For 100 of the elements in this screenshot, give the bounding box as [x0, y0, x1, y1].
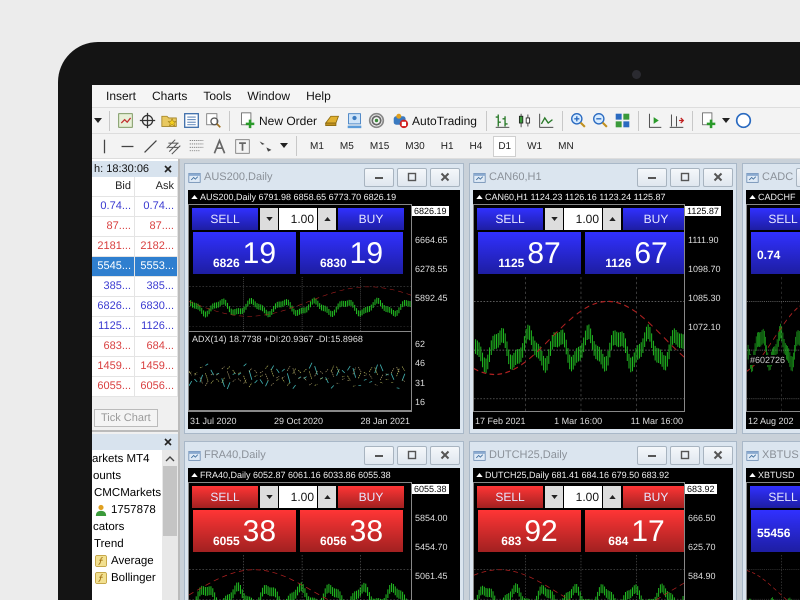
decrease-button[interactable] — [260, 486, 278, 508]
timeframe-button[interactable]: M30 — [400, 136, 430, 156]
caret-icon[interactable] — [280, 143, 288, 149]
navigator-item[interactable]: CMCMarkets — [94, 486, 162, 498]
timeframe-button[interactable]: H1 — [436, 136, 459, 156]
channel-icon[interactable] — [165, 138, 182, 154]
sell-price-panel[interactable]: 55456 — [750, 509, 800, 553]
buy-button[interactable]: BUY — [623, 208, 684, 230]
tile-windows-icon[interactable] — [614, 112, 631, 129]
crosshair-icon[interactable] — [139, 112, 156, 129]
collapse-triangle-icon[interactable] — [191, 195, 198, 199]
collapse-triangle-icon[interactable] — [476, 473, 483, 477]
lot-size-field[interactable]: 1.00 — [279, 208, 317, 230]
minimize-button[interactable] — [637, 446, 667, 464]
minimize-button[interactable] — [364, 168, 394, 186]
text-label-icon[interactable] — [234, 138, 251, 154]
quote-row[interactable]: 1459... 1459... — [92, 357, 178, 377]
close-button[interactable] — [703, 446, 733, 464]
lot-size-field[interactable]: 1.00 — [564, 208, 602, 230]
chart-shift-icon[interactable] — [668, 112, 685, 129]
timeframe-button[interactable]: H4 — [464, 136, 488, 156]
caret-icon[interactable] — [722, 118, 730, 124]
close-icon[interactable] — [164, 165, 172, 173]
chart-window-icon[interactable] — [117, 112, 134, 129]
timeframe-button[interactable]: MN — [553, 136, 579, 156]
close-button[interactable] — [430, 168, 460, 186]
quote-row[interactable]: 1125... 1126... — [92, 317, 178, 337]
lot-size-field[interactable]: 1.00 — [279, 486, 317, 508]
sell-button[interactable]: SELL — [192, 208, 258, 230]
scroll-up-icon[interactable] — [165, 456, 175, 462]
collapse-triangle-icon[interactable] — [476, 195, 483, 199]
maximize-button[interactable] — [397, 446, 427, 464]
menu-item[interactable]: Window — [239, 89, 298, 103]
data-window-icon[interactable] — [183, 112, 200, 129]
decrease-button[interactable] — [545, 486, 563, 508]
scroll-bar[interactable] — [162, 450, 178, 600]
menu-item[interactable]: Help — [298, 89, 339, 103]
close-button[interactable] — [430, 446, 460, 464]
navigator-item[interactable]: arkets MT4 — [92, 452, 150, 464]
bar-chart-icon[interactable] — [494, 112, 511, 129]
new-order-button[interactable]: New Order — [237, 112, 320, 129]
timeframe-button[interactable]: W1 — [522, 136, 548, 156]
decrease-button[interactable] — [260, 208, 278, 230]
quote-row[interactable]: 683... 684... — [92, 337, 178, 357]
timeframe-button[interactable]: D1 — [493, 136, 516, 156]
sell-button[interactable]: SELL — [477, 208, 543, 230]
collapse-triangle-icon[interactable] — [749, 195, 756, 199]
decrease-button[interactable] — [545, 208, 563, 230]
minimize-button[interactable] — [637, 168, 667, 186]
navigator-item[interactable]: Trend — [94, 538, 124, 550]
quote-row[interactable]: 0.74... 0.74... — [92, 197, 178, 217]
navigator-item[interactable]: 1757878 — [111, 504, 156, 516]
navigator-item[interactable]: Average — [111, 554, 154, 566]
person-window-icon[interactable] — [346, 112, 364, 129]
quote-row[interactable]: 385... 385... — [92, 277, 178, 297]
sell-price-panel[interactable]: 0.74 — [750, 231, 800, 275]
maximize-button[interactable] — [397, 168, 427, 186]
timeframe-button[interactable]: M1 — [305, 136, 329, 156]
collapse-triangle-icon[interactable] — [191, 473, 198, 477]
auto-trading-button[interactable]: AutoTrading — [390, 112, 479, 129]
close-icon[interactable] — [164, 438, 172, 446]
magnifier-chart-icon[interactable] — [205, 112, 222, 129]
increase-button[interactable] — [318, 486, 336, 508]
timeframe-button[interactable]: M5 — [334, 136, 359, 156]
navigator-item[interactable]: cators — [93, 520, 124, 532]
caret-icon[interactable] — [94, 118, 102, 124]
menu-item[interactable]: Insert — [98, 89, 144, 103]
line-chart-icon[interactable] — [538, 112, 555, 129]
trend-line-icon[interactable] — [142, 138, 159, 154]
column-header[interactable]: Ask — [135, 177, 178, 196]
column-header[interactable]: Bid — [92, 177, 135, 196]
sell-button[interactable]: SELL — [192, 486, 258, 508]
sell-button[interactable]: SELL — [750, 486, 800, 508]
buy-button[interactable]: BUY — [338, 486, 404, 508]
minimize-button[interactable] — [364, 446, 394, 464]
quote-row[interactable]: 6826... 6830... — [92, 297, 178, 317]
collapse-triangle-icon[interactable] — [749, 473, 756, 477]
maximize-button[interactable] — [670, 168, 700, 186]
sell-button[interactable]: SELL — [477, 486, 543, 508]
increase-button[interactable] — [603, 486, 621, 508]
timeframe-button[interactable]: M15 — [364, 136, 394, 156]
navigator-item[interactable]: ounts — [93, 470, 122, 482]
sell-button[interactable]: SELL — [750, 208, 800, 230]
quote-row[interactable]: 87.... 87.... — [92, 217, 178, 237]
zoom-in-icon[interactable] — [570, 112, 587, 129]
buy-button[interactable]: BUY — [338, 208, 404, 230]
navigator-item[interactable]: Bollinger — [111, 572, 156, 584]
menu-item[interactable]: Charts — [144, 89, 196, 103]
menu-item[interactable]: Tools — [195, 89, 240, 103]
text-icon[interactable] — [211, 138, 228, 154]
zoom-out-icon[interactable] — [592, 112, 609, 129]
increase-button[interactable] — [318, 208, 336, 230]
buy-button[interactable]: BUY — [623, 486, 684, 508]
quote-row[interactable]: 5545... 5553... — [92, 257, 178, 277]
increase-button[interactable] — [603, 208, 621, 230]
add-indicator-icon[interactable] — [700, 112, 717, 129]
close-button[interactable] — [703, 168, 733, 186]
lot-size-field[interactable]: 1.00 — [564, 486, 602, 508]
signal-icon[interactable] — [368, 112, 386, 129]
maximize-button[interactable] — [670, 446, 700, 464]
